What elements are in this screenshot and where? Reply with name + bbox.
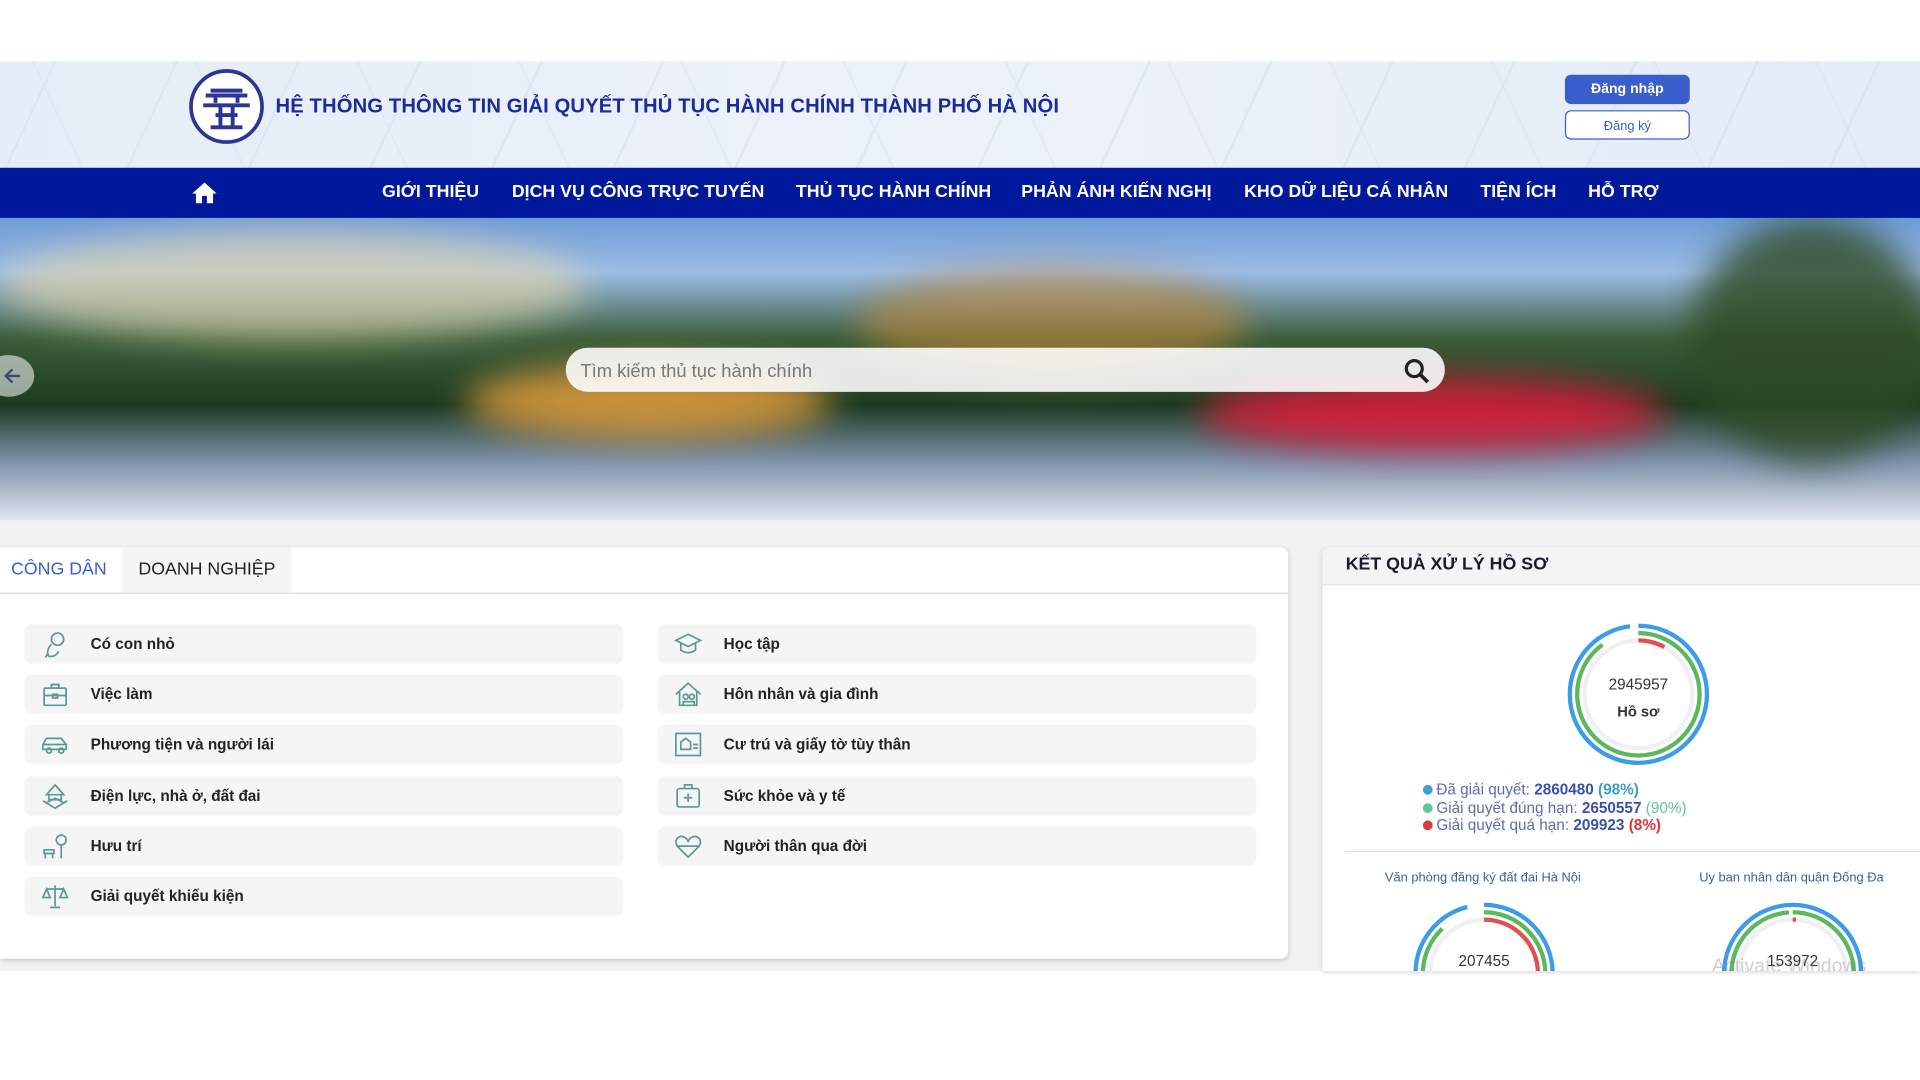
unit-label-land-office: Văn phòng đăng ký đất đai Hà Nội xyxy=(1384,870,1581,886)
login-button[interactable]: Đăng nhập xyxy=(1564,74,1690,105)
arc-resolved xyxy=(1567,623,1710,766)
total-donut-chart: 2945957 Hồ sơ xyxy=(1567,623,1710,766)
category-label: Giải quyết khiếu kiện xyxy=(90,887,244,905)
category-label: Cư trú và giấy tờ tùy thân xyxy=(723,735,911,754)
audience-tabs: CÔNG DÂN DOANH NGHIỆP xyxy=(0,547,1289,594)
category-label: Hưu trí xyxy=(90,837,142,855)
search-bar xyxy=(565,347,1445,395)
main-nav: GIỚI THIỆU DỊCH VỤ CÔNG TRỰC TUYẾN THỦ T… xyxy=(0,167,1920,218)
nav-gioi-thieu[interactable]: GIỚI THIỆU xyxy=(382,168,479,218)
category-left-2[interactable]: Phương tiện và người lái xyxy=(24,724,624,765)
category-label: Điện lực, nhà ở, đất đai xyxy=(90,787,261,805)
heart-icon xyxy=(675,835,702,859)
nav-tien-ich[interactable]: TIỆN ÍCH xyxy=(1480,168,1556,218)
category-right-0[interactable]: Học tập xyxy=(657,624,1257,664)
procedure-categories-card: CÔNG DÂN DOANH NGHIỆP Có con nhỏ Việc làm… xyxy=(0,547,1289,959)
nav-thu-tuc-hanh-chinh[interactable]: THỦ TỤC HÀNH CHÍNH xyxy=(796,168,991,218)
divider xyxy=(1344,851,1920,853)
scales-icon xyxy=(41,885,69,909)
category-left-5[interactable]: Giải quyết khiếu kiện xyxy=(24,876,624,916)
land-house-icon xyxy=(42,783,68,810)
category-left-1[interactable]: Việc làm xyxy=(24,674,624,714)
legend-dot-red xyxy=(1422,820,1433,831)
category-label: Sức khỏe và y tế xyxy=(723,787,846,805)
retirement-bench-icon xyxy=(43,834,67,859)
nav-ho-tro[interactable]: HỖ TRỢ xyxy=(1588,168,1658,218)
site-header: HỆ THỐNG THÔNG TIN GIẢI QUYẾT THỦ TỤC HÀ… xyxy=(0,61,1920,168)
legend-dot-green xyxy=(1422,803,1433,814)
register-button[interactable]: Đăng ký xyxy=(1564,110,1690,140)
baby-icon xyxy=(44,632,65,659)
banner-buildings xyxy=(0,230,588,341)
category-label: Việc làm xyxy=(90,685,153,703)
total-unit: Hồ sơ xyxy=(1617,704,1660,720)
results-card: KẾT QUẢ XỬ LÝ HỒ SƠ 2945957 Hồ sơ Đã giả… xyxy=(1322,547,1920,972)
search-icon[interactable] xyxy=(1403,358,1430,385)
nav-phan-anh-kien-nghi[interactable]: PHẢN ÁNH KIẾN NGHỊ xyxy=(1021,168,1211,218)
legend-dot-blue xyxy=(1422,784,1433,795)
legend-resolved: Đã giải quyết: 2860480 (98%) xyxy=(1422,781,1639,798)
category-left-3[interactable]: Điện lực, nhà ở, đất đai xyxy=(24,776,624,816)
category-left-0[interactable]: Có con nhỏ xyxy=(24,624,624,664)
category-label: Học tập xyxy=(723,635,780,653)
hanoi-emblem-logo[interactable] xyxy=(189,69,265,145)
nav-kho-du-lieu[interactable]: KHO DỮ LIỆU CÁ NHÂN xyxy=(1244,168,1448,218)
category-label: Phương tiện và người lái xyxy=(90,735,275,754)
search-input[interactable] xyxy=(577,347,1392,395)
unit-label-dong-da: Uy ban nhân dân quận Đống Đa xyxy=(1699,870,1884,886)
graduation-cap-icon xyxy=(674,633,703,654)
category-label: Có con nhỏ xyxy=(90,635,175,653)
track-inner xyxy=(1582,638,1695,751)
category-right-1[interactable]: Hôn nhân và gia đình xyxy=(657,674,1257,714)
category-right-2[interactable]: Cư trú và giấy tờ tùy thân xyxy=(657,724,1257,765)
id-card-icon xyxy=(675,732,702,757)
car-icon xyxy=(42,737,68,754)
category-label: Người thân qua đời xyxy=(723,837,868,855)
arc-on-time xyxy=(1575,630,1702,758)
arrow-left-icon xyxy=(4,368,21,384)
legend-overdue: Giải quyết quá hạn: 209923 (8%) xyxy=(1422,817,1661,834)
category-right-3[interactable]: Sức khỏe và y tế xyxy=(657,776,1257,816)
banner-tree-right xyxy=(1689,217,1920,463)
briefcase-icon xyxy=(43,683,67,707)
tab-cong-dan[interactable]: CÔNG DÂN xyxy=(11,547,107,592)
tab-doanh-nghiep[interactable]: DOANH NGHIỆP xyxy=(122,547,292,593)
nav-dich-vu-cong[interactable]: DỊCH VỤ CÔNG TRỰC TUYẾN xyxy=(512,168,764,218)
family-house-icon xyxy=(675,682,701,707)
legend-on-time: Giải quyết đúng hạn: 2650557 (90%) xyxy=(1422,800,1687,817)
unit-total: 207455 xyxy=(1459,953,1510,970)
medical-kit-icon xyxy=(676,784,701,808)
windows-activation-watermark: Activate Windows xyxy=(1711,956,1867,972)
total-count: 2945957 xyxy=(1609,676,1669,693)
category-left-4[interactable]: Hưu trí xyxy=(24,826,624,866)
category-right-4[interactable]: Người thân qua đời xyxy=(657,826,1257,866)
site-title: HỆ THỐNG THÔNG TIN GIẢI QUYẾT THỦ TỤC HÀ… xyxy=(275,95,1060,118)
results-header: KẾT QUẢ XỬ LÝ HỒ SƠ xyxy=(1322,547,1920,586)
home-icon[interactable] xyxy=(191,181,218,204)
category-label: Hôn nhân và gia đình xyxy=(723,685,879,703)
results-title: KẾT QUẢ XỬ LÝ HỒ SƠ xyxy=(1345,554,1549,575)
unit-donut-chart-land-office: 207455 xyxy=(1413,902,1555,972)
